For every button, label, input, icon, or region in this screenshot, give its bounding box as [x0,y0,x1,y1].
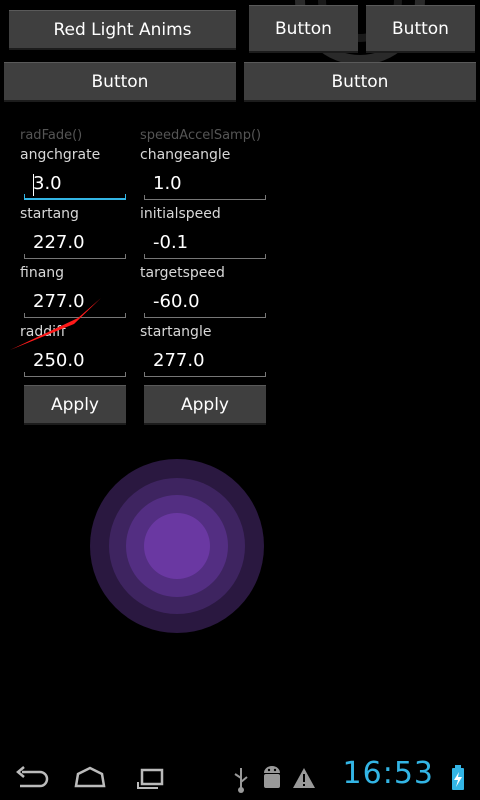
light-animation-circle [90,459,264,633]
android-debug-icon [264,766,280,788]
back-icon[interactable] [12,762,52,792]
warning-icon [293,768,315,788]
battery-charging-icon [452,765,464,790]
recent-apps-icon[interactable] [132,762,172,792]
usb-icon [234,768,248,793]
home-icon[interactable] [70,762,110,792]
clock: 16:53 [342,756,434,791]
